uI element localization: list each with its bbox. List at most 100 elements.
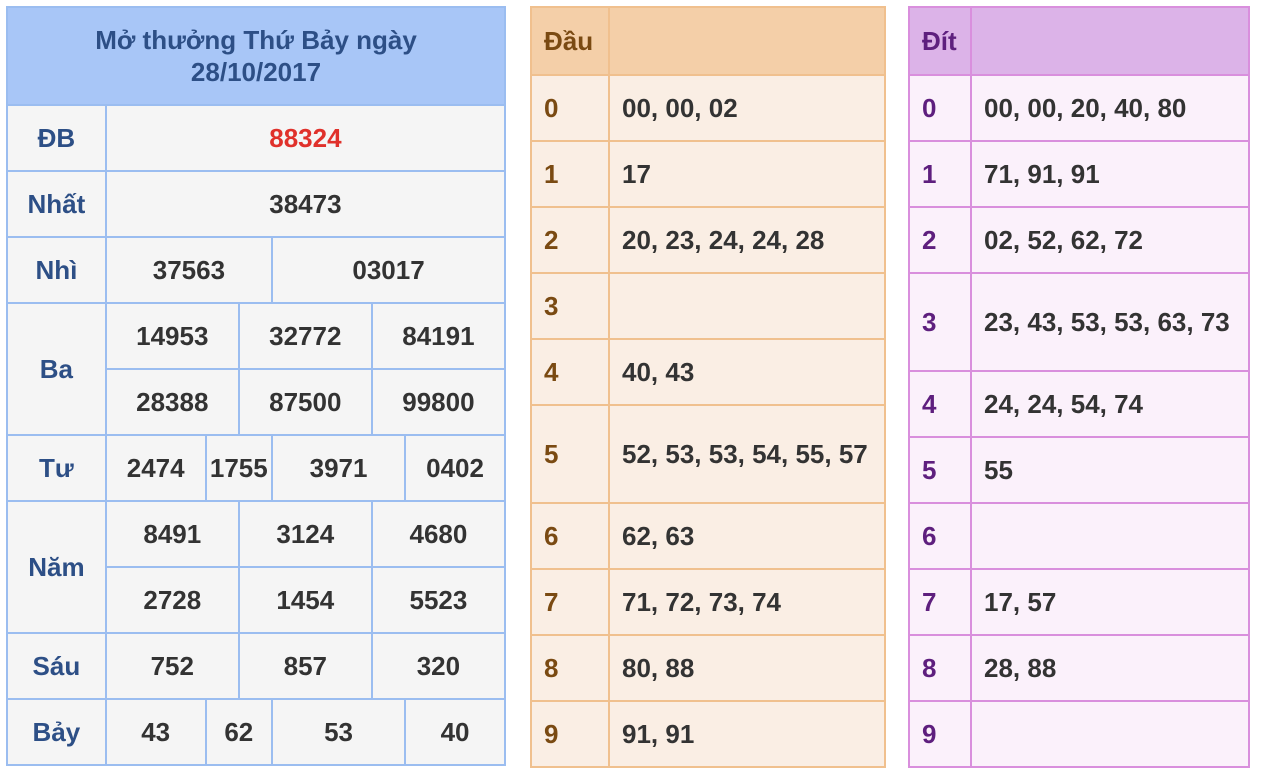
dau-digit: 0 bbox=[530, 74, 610, 142]
dit-values: 28, 88 bbox=[970, 634, 1250, 702]
dau-digit: 4 bbox=[530, 338, 610, 406]
dau-values: 62, 63 bbox=[608, 502, 886, 570]
dit-row: 4 24, 24, 54, 74 bbox=[908, 370, 1250, 438]
dit-values: 02, 52, 62, 72 bbox=[970, 206, 1250, 274]
dit-digit: 6 bbox=[908, 502, 972, 570]
prize-row-ba: Ba 14953 32772 84191 bbox=[6, 302, 507, 436]
prize-row-bay: Bảy 43 62 53 40 bbox=[6, 698, 506, 766]
prize-value-ba: 14953 bbox=[104, 302, 240, 370]
dit-digit: 0 bbox=[908, 74, 972, 142]
dau-row: 5 52, 53, 53, 54, 55, 57 bbox=[530, 404, 886, 504]
prize-value-db: 88324 bbox=[104, 104, 507, 172]
prize-value-nam: 5523 bbox=[370, 566, 507, 634]
dau-digit: 9 bbox=[530, 700, 610, 768]
dau-header-values bbox=[608, 6, 886, 76]
dau-digit: 8 bbox=[530, 634, 610, 702]
dit-table: Đít 0 00, 00, 20, 40, 80 1 71, 91, 91 2 02,… bbox=[908, 6, 1250, 768]
prize-label-nam: Năm bbox=[6, 500, 107, 634]
dau-header: Đầu bbox=[530, 6, 610, 76]
dit-values: 17, 57 bbox=[970, 568, 1250, 636]
dit-row: 8 28, 88 bbox=[908, 634, 1250, 702]
dit-digit: 1 bbox=[908, 140, 972, 208]
prize-value-sau: 320 bbox=[370, 632, 507, 700]
prize-value-ba: 28388 bbox=[104, 368, 240, 436]
dau-values: 20, 23, 24, 24, 28 bbox=[608, 206, 886, 274]
prize-value-ba: 87500 bbox=[237, 368, 373, 436]
prize-value-sau: 857 bbox=[237, 632, 373, 700]
prize-value-bay: 62 bbox=[204, 698, 274, 766]
dau-values: 80, 88 bbox=[608, 634, 886, 702]
dit-row: 7 17, 57 bbox=[908, 568, 1250, 636]
dau-row: 7 71, 72, 73, 74 bbox=[530, 568, 886, 636]
prize-row-nhat: Nhất 38473 bbox=[6, 170, 507, 238]
prize-label-bay: Bảy bbox=[6, 698, 107, 766]
dau-values bbox=[608, 272, 886, 340]
dit-row: 5 55 bbox=[908, 436, 1250, 504]
dit-header: Đít bbox=[908, 6, 972, 76]
prize-value-nam: 1454 bbox=[237, 566, 373, 634]
dit-digit: 4 bbox=[908, 370, 972, 438]
dit-digit: 9 bbox=[908, 700, 972, 768]
dau-values: 40, 43 bbox=[608, 338, 886, 406]
prize-value-bay: 43 bbox=[104, 698, 207, 766]
prize-label-nhi: Nhì bbox=[6, 236, 107, 304]
dau-row: 1 17 bbox=[530, 140, 886, 208]
prize-value-ba: 84191 bbox=[370, 302, 507, 370]
dit-values bbox=[970, 502, 1250, 570]
dit-values bbox=[970, 700, 1250, 768]
prize-value-nam: 8491 bbox=[104, 500, 240, 568]
dit-row: 9 bbox=[908, 700, 1250, 768]
dau-row: 8 80, 88 bbox=[530, 634, 886, 702]
results-title: Mở thưởng Thứ Bảy ngày 28/10/2017 bbox=[6, 6, 506, 106]
dit-values: 23, 43, 53, 53, 63, 73 bbox=[970, 272, 1250, 372]
dau-row: 6 62, 63 bbox=[530, 502, 886, 570]
results-title-date: 28/10/2017 bbox=[190, 57, 322, 87]
dit-digit: 5 bbox=[908, 436, 972, 504]
results-title-line1: Mở thưởng Thứ Bảy ngày bbox=[95, 25, 417, 55]
dit-values: 55 bbox=[970, 436, 1250, 504]
prize-value-nam: 4680 bbox=[370, 500, 507, 568]
dau-values: 17 bbox=[608, 140, 886, 208]
prize-row-nhi: Nhì 37563 03017 bbox=[6, 236, 506, 304]
prize-label-ba: Ba bbox=[6, 302, 107, 436]
prize-value-bay: 40 bbox=[404, 698, 506, 766]
prize-value-ba: 32772 bbox=[237, 302, 373, 370]
prize-value-nhi: 03017 bbox=[271, 236, 506, 304]
prize-label-tu: Tư bbox=[6, 434, 107, 502]
dit-digit: 7 bbox=[908, 568, 972, 636]
prize-label-sau: Sáu bbox=[6, 632, 107, 700]
dit-values: 00, 00, 20, 40, 80 bbox=[970, 74, 1250, 142]
prize-label-nhat: Nhất bbox=[6, 170, 107, 238]
dau-digit: 7 bbox=[530, 568, 610, 636]
prize-value-bay: 53 bbox=[271, 698, 407, 766]
dau-digit: 1 bbox=[530, 140, 610, 208]
dit-row: 3 23, 43, 53, 53, 63, 73 bbox=[908, 272, 1250, 372]
prize-value-tu: 3971 bbox=[271, 434, 407, 502]
prize-value-nam: 3124 bbox=[237, 500, 373, 568]
prize-value-tu: 0402 bbox=[404, 434, 506, 502]
prize-value-nam: 2728 bbox=[104, 566, 240, 634]
dit-header-values bbox=[970, 6, 1250, 76]
dit-digit: 2 bbox=[908, 206, 972, 274]
dau-digit: 6 bbox=[530, 502, 610, 570]
prize-value-ba: 99800 bbox=[370, 368, 507, 436]
prize-label-db: ĐB bbox=[6, 104, 107, 172]
dau-values: 52, 53, 53, 54, 55, 57 bbox=[608, 404, 886, 504]
dau-values: 71, 72, 73, 74 bbox=[608, 568, 886, 636]
dit-digit: 8 bbox=[908, 634, 972, 702]
dau-table: Đầu 0 00, 00, 02 1 17 2 20, 23, 24, 24, 28 … bbox=[530, 6, 886, 768]
dit-row: 6 bbox=[908, 502, 1250, 570]
prize-value-tu: 1755 bbox=[204, 434, 274, 502]
dau-row: 4 40, 43 bbox=[530, 338, 886, 406]
dau-row: 3 bbox=[530, 272, 886, 340]
dau-row: 2 20, 23, 24, 24, 28 bbox=[530, 206, 886, 274]
dau-row: 9 91, 91 bbox=[530, 700, 886, 768]
dit-values: 71, 91, 91 bbox=[970, 140, 1250, 208]
dau-digit: 5 bbox=[530, 404, 610, 504]
prize-value-nhi: 37563 bbox=[104, 236, 274, 304]
prize-row-sau: Sáu 752 857 320 bbox=[6, 632, 507, 700]
dit-values: 24, 24, 54, 74 bbox=[970, 370, 1250, 438]
prize-row-nam: Năm 8491 3124 4680 bbox=[6, 500, 507, 634]
prize-value-sau: 752 bbox=[104, 632, 240, 700]
dau-values: 91, 91 bbox=[608, 700, 886, 768]
